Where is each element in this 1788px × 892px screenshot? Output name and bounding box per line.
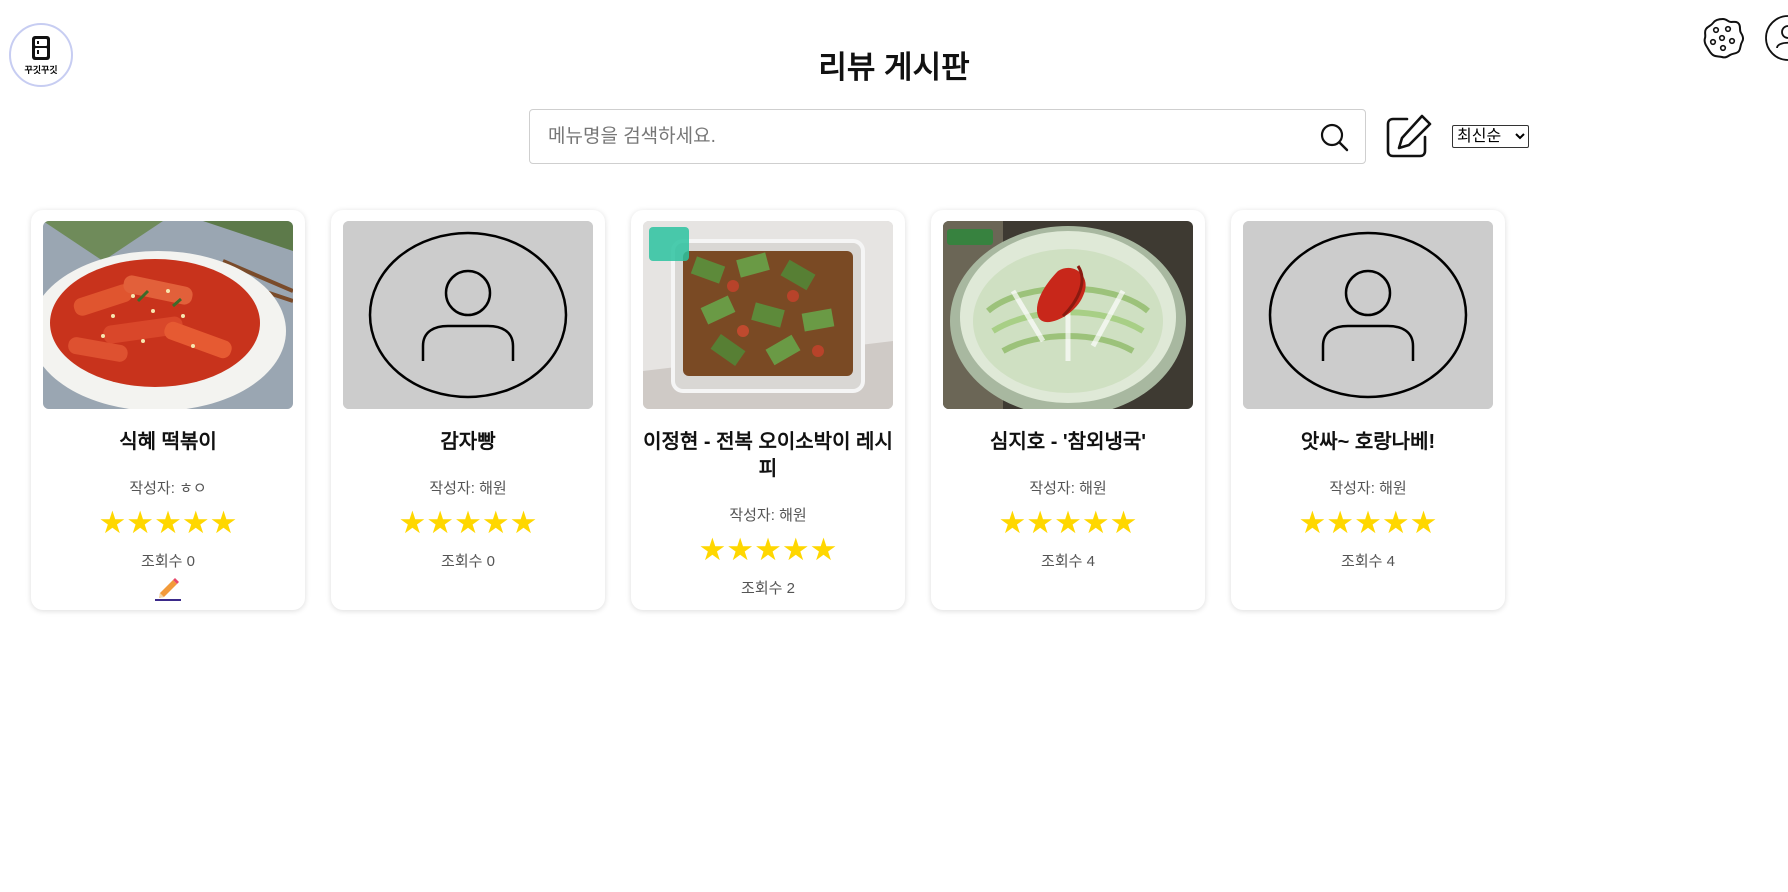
view-count: 조회수 2 <box>741 580 795 597</box>
view-count: 조회수 4 <box>1041 553 1095 570</box>
view-count: 조회수 4 <box>1341 553 1395 570</box>
write-icon[interactable] <box>1385 113 1433 159</box>
star-rating: ★★★★★ <box>98 505 238 540</box>
review-card[interactable]: 이정현 - 전복 오이소박이 레시피 작성자: 해원 ★★★★★ 조회수 2 <box>631 210 905 610</box>
user-placeholder-icon <box>1243 221 1493 409</box>
star-rating: ★★★★★ <box>998 505 1138 540</box>
review-card[interactable]: 심지호 - '참외냉국' 작성자: 해원 ★★★★★ 조회수 4 <box>931 210 1205 610</box>
page-title: 리뷰 게시판 <box>818 50 970 85</box>
tteokbokki-photo <box>43 221 293 409</box>
card-title: 앗싸~ 호랑나베! <box>1300 431 1436 453</box>
sort-select[interactable]: 최신순 <box>1452 125 1529 148</box>
star-rating: ★★★★★ <box>698 532 838 567</box>
card-author: 작성자: 해원 <box>429 480 507 497</box>
star-rating: ★★★★★ <box>398 505 538 540</box>
card-author: 작성자: 해원 <box>729 507 807 524</box>
search-icon[interactable] <box>1319 122 1349 152</box>
view-count: 조회수 0 <box>141 553 195 570</box>
search-bar <box>529 109 1366 164</box>
user-placeholder-icon <box>343 221 593 409</box>
card-title: 심지호 - '참외냉국' <box>989 431 1147 453</box>
review-card[interactable]: 앗싸~ 호랑나베! 작성자: 해원 ★★★★★ 조회수 4 <box>1231 210 1505 610</box>
cold-soup-photo <box>943 221 1193 409</box>
review-card[interactable]: 감자빵 작성자: 해원 ★★★★★ 조회수 0 <box>331 210 605 610</box>
view-count: 조회수 0 <box>441 553 495 570</box>
pencil-edit-icon[interactable] <box>154 575 182 601</box>
card-author: 작성자: 해원 <box>1029 480 1107 497</box>
card-author: 작성자: ㅎㅇ <box>129 480 207 497</box>
card-title: 감자빵 <box>440 431 496 453</box>
card-title: 식혜 떡볶이 <box>119 431 217 453</box>
card-title: 이정현 - 전복 오이소박이 레시피 <box>643 431 893 480</box>
oisobagi-photo <box>643 221 893 409</box>
search-input[interactable] <box>530 110 1308 163</box>
review-card[interactable]: 식혜 떡볶이 작성자: ㅎㅇ ★★★★★ 조회수 0 <box>31 210 305 610</box>
star-rating: ★★★★★ <box>1298 505 1438 540</box>
card-author: 작성자: 해원 <box>1329 480 1407 497</box>
